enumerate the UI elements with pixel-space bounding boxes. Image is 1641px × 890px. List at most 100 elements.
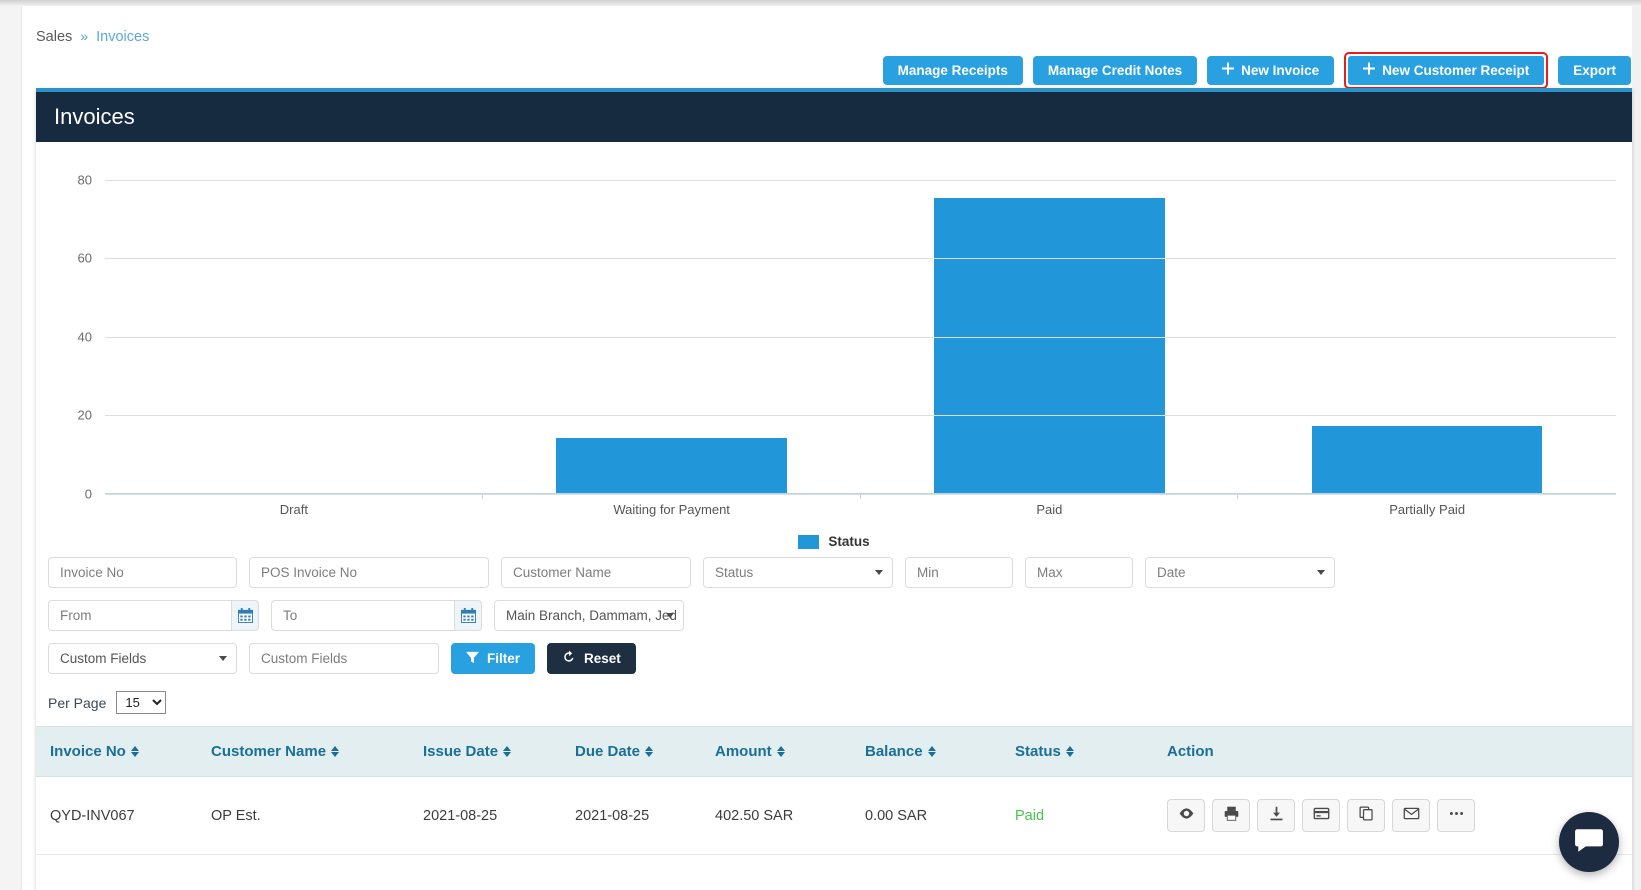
chart-bar-cell <box>105 164 483 499</box>
download-icon <box>1268 805 1285 826</box>
reset-icon <box>562 650 576 667</box>
legend-swatch-status <box>798 534 820 549</box>
table-body: QYD-INV067 OP Est. 2021-08-25 2021-08-25 402… <box>36 776 1632 855</box>
download-button[interactable] <box>1257 799 1295 832</box>
page-scrollbar[interactable] <box>1632 6 1641 890</box>
export-button[interactable]: Export <box>1558 56 1631 85</box>
payment-card-icon <box>1313 805 1330 826</box>
chevron-down-icon <box>666 613 674 618</box>
table-column-label: Customer Name <box>211 743 327 760</box>
table-column-issue-date[interactable]: Issue Date <box>423 726 575 777</box>
new-invoice-button[interactable]: New Invoice <box>1207 56 1335 85</box>
chart-gridline <box>105 179 1616 181</box>
print-icon <box>1223 805 1240 826</box>
date-select-value: Date <box>1157 565 1186 580</box>
chart-bar[interactable] <box>556 438 787 493</box>
table-column-label: Balance <box>865 743 923 760</box>
custom-fields-input[interactable]: Custom Fields <box>249 643 439 674</box>
plus-icon <box>1363 62 1376 78</box>
amount-max-input[interactable]: Max <box>1025 557 1133 588</box>
sort-icon[interactable] <box>645 745 654 758</box>
customer-name-input[interactable]: Customer Name <box>501 557 691 588</box>
per-page-select[interactable]: 152550100 <box>116 691 167 714</box>
table-column-invoice-no[interactable]: Invoice No <box>36 726 211 777</box>
chevron-down-icon <box>1317 570 1325 575</box>
chart-y-tick-label: 0 <box>84 486 92 502</box>
more-button[interactable] <box>1437 799 1475 832</box>
table-column-action[interactable]: Action <box>1167 726 1632 777</box>
filter-panel: Invoice No POS Invoice No Customer Name … <box>36 557 1632 674</box>
view-icon <box>1178 805 1195 826</box>
chart-bar-cell <box>861 164 1239 499</box>
payment-card-button[interactable] <box>1302 799 1340 832</box>
table-header-row: Invoice No Customer Name Issue Date Due Dat… <box>36 726 1632 777</box>
copy-icon <box>1358 805 1375 826</box>
sort-icon[interactable] <box>1065 745 1074 758</box>
to-date-input[interactable]: To <box>271 600 454 631</box>
breadcrumb-current[interactable]: Invoices <box>96 29 149 45</box>
chart-gridline <box>105 336 1616 338</box>
table-header: Invoice No Customer Name Issue Date Due Dat… <box>36 726 1632 777</box>
amount-min-input[interactable]: Min <box>905 557 1013 588</box>
new-customer-receipt-label: New Customer Receipt <box>1382 63 1530 78</box>
status-badge: Paid <box>1015 807 1045 824</box>
table-row[interactable]: QYD-INV067 OP Est. 2021-08-25 2021-08-25 402… <box>36 776 1632 855</box>
funnel-icon <box>466 651 479 667</box>
cell-status: Paid <box>1015 776 1167 855</box>
chart-y-tick-label: 20 <box>77 407 92 423</box>
breadcrumb-separator-icon: » <box>80 28 89 44</box>
table-column-label: Issue Date <box>423 743 499 760</box>
chart-x-tick-label: Draft <box>279 502 308 517</box>
branch-select[interactable]: Main Branch, Dammam, Jed <box>494 600 684 631</box>
table-column-customer-name[interactable]: Customer Name <box>211 726 423 777</box>
table-column-label: Action <box>1167 743 1214 760</box>
chat-launcher-button[interactable] <box>1559 812 1619 872</box>
filter-row-2: From To Main Branch, Dammam, Jed <box>48 600 1620 631</box>
sort-icon[interactable] <box>927 745 936 758</box>
chart-bar[interactable] <box>1311 426 1543 493</box>
filter-row-3: Custom Fields Custom Fields Filter Reset <box>48 643 1620 674</box>
table-column-amount[interactable]: Amount <box>715 726 865 777</box>
status-select-value: Status <box>715 565 754 580</box>
email-icon <box>1403 805 1420 826</box>
print-button[interactable] <box>1212 799 1250 832</box>
from-calendar-icon[interactable] <box>231 600 259 631</box>
new-invoice-label: New Invoice <box>1241 63 1320 78</box>
status-select[interactable]: Status <box>703 557 893 588</box>
manage-receipts-button[interactable]: Manage Receipts <box>882 56 1023 85</box>
table-column-due-date[interactable]: Due Date <box>575 726 715 777</box>
plus-icon <box>1222 62 1235 78</box>
invoices-card: Invoices 0 20 40 60 80 Draft Waiting for Paym… <box>36 88 1632 890</box>
pos-invoice-no-input[interactable]: POS Invoice No <box>249 557 489 588</box>
branch-select-value: Main Branch, Dammam, Jed <box>506 608 676 623</box>
view-button[interactable] <box>1167 799 1205 832</box>
table-column-label: Amount <box>715 743 772 760</box>
manage-credit-notes-button[interactable]: Manage Credit Notes <box>1032 56 1198 85</box>
cell-due-date: 2021-08-25 <box>575 776 715 855</box>
copy-button[interactable] <box>1347 799 1385 832</box>
from-date-input[interactable]: From <box>48 600 231 631</box>
table-column-status[interactable]: Status <box>1015 726 1167 777</box>
filter-button[interactable]: Filter <box>451 643 536 674</box>
breadcrumb-root[interactable]: Sales <box>36 29 72 45</box>
chart-bar[interactable] <box>934 198 1165 493</box>
sort-icon[interactable] <box>331 745 340 758</box>
invoice-no-input[interactable]: Invoice No <box>48 557 237 588</box>
new-customer-receipt-button[interactable]: New Customer Receipt <box>1348 56 1545 85</box>
chart-y-tick-label: 60 <box>77 250 92 266</box>
sort-icon[interactable] <box>503 745 512 758</box>
chart-bar-cell <box>483 164 861 499</box>
date-select[interactable]: Date <box>1145 557 1335 588</box>
more-icon <box>1448 805 1465 826</box>
email-button[interactable] <box>1392 799 1430 832</box>
reset-button-label: Reset <box>584 651 621 666</box>
to-calendar-icon[interactable] <box>454 600 482 631</box>
table-column-balance[interactable]: Balance <box>865 726 1015 777</box>
chart-gridline <box>105 494 1616 495</box>
page-title: Invoices <box>54 104 135 129</box>
sort-icon[interactable] <box>130 745 139 758</box>
sort-icon[interactable] <box>776 745 785 758</box>
reset-button[interactable]: Reset <box>547 643 636 674</box>
table-column-label: Due Date <box>575 743 641 760</box>
custom-fields-select[interactable]: Custom Fields <box>48 643 237 674</box>
